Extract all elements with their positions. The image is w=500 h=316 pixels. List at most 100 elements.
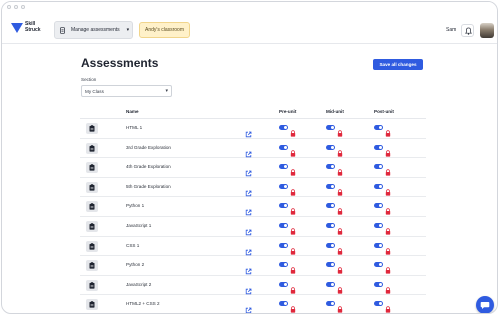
lock-icon[interactable]	[337, 183, 343, 196]
post-unit-toggle[interactable]	[374, 144, 383, 150]
lock-icon[interactable]	[337, 242, 343, 255]
mid-unit-toggle[interactable]	[326, 222, 335, 228]
post-unit-toggle[interactable]	[374, 222, 383, 228]
lock-icon[interactable]	[290, 300, 296, 313]
section-select-value: My Class	[85, 88, 104, 94]
clipboard-icon[interactable]	[86, 260, 98, 272]
clipboard-icon[interactable]	[86, 162, 98, 174]
lock-icon[interactable]	[337, 163, 343, 176]
external-link-icon[interactable]	[245, 301, 252, 313]
window-dot-minimize[interactable]	[14, 5, 18, 9]
save-all-changes-button[interactable]: Save all changes	[373, 59, 423, 70]
lock-icon[interactable]	[337, 124, 343, 137]
clipboard-icon[interactable]	[86, 181, 98, 193]
lock-icon[interactable]	[290, 183, 296, 196]
lock-icon[interactable]	[385, 124, 391, 137]
pre-unit-toggle[interactable]	[279, 262, 288, 268]
assessment-name: HTML 1	[126, 125, 143, 130]
window-chrome	[2, 2, 497, 12]
external-link-icon[interactable]	[245, 145, 252, 157]
external-link-icon[interactable]	[245, 203, 252, 216]
mid-unit-toggle[interactable]	[326, 262, 335, 268]
window-dot-close[interactable]	[7, 5, 11, 9]
lock-icon[interactable]	[290, 242, 296, 255]
external-link-icon[interactable]	[245, 223, 252, 236]
post-unit-toggle[interactable]	[374, 203, 383, 209]
chat-help-button[interactable]	[476, 296, 494, 313]
lock-icon[interactable]	[290, 222, 296, 235]
pre-unit-toggle[interactable]	[279, 203, 288, 209]
clipboard-icon[interactable]	[86, 220, 98, 232]
clipboard-icon[interactable]	[86, 299, 98, 311]
clipboard-icon[interactable]	[86, 240, 98, 252]
window-dot-maximize[interactable]	[21, 5, 25, 9]
post-unit-toggle[interactable]	[374, 125, 383, 130]
mid-unit-toggle[interactable]	[326, 242, 335, 248]
clipboard-icon[interactable]	[86, 142, 98, 154]
mid-unit-toggle[interactable]	[326, 183, 335, 189]
lock-icon[interactable]	[337, 300, 343, 313]
lock-icon[interactable]	[290, 202, 296, 215]
top-navigation-bar: Skill Struck Manage assessments ▾ Andy's …	[2, 12, 497, 44]
pre-unit-cell	[279, 124, 299, 137]
mid-unit-toggle[interactable]	[326, 301, 335, 307]
pre-unit-toggle[interactable]	[279, 125, 288, 130]
classroom-badge[interactable]: Andy's classroom	[139, 22, 190, 38]
pre-unit-toggle[interactable]	[279, 183, 288, 189]
lock-icon[interactable]	[385, 300, 391, 313]
lock-icon[interactable]	[385, 242, 391, 255]
table-row: HTML2 + CSS 2	[80, 295, 426, 313]
clipboard-icon[interactable]	[86, 123, 98, 134]
mid-unit-toggle[interactable]	[326, 281, 335, 287]
external-link-icon[interactable]	[245, 243, 252, 255]
external-link-icon[interactable]	[245, 262, 252, 275]
lock-icon[interactable]	[385, 183, 391, 196]
external-link-icon[interactable]	[245, 164, 252, 177]
section-select[interactable]: My Class ▾	[81, 85, 172, 97]
lock-icon[interactable]	[290, 281, 296, 294]
pre-unit-toggle[interactable]	[279, 144, 288, 150]
pre-unit-toggle[interactable]	[279, 222, 288, 228]
column-header-name: Name	[126, 109, 139, 114]
post-unit-toggle[interactable]	[374, 301, 383, 307]
lock-icon[interactable]	[290, 144, 296, 157]
post-unit-toggle[interactable]	[374, 281, 383, 287]
lock-icon[interactable]	[337, 281, 343, 294]
assessment-name: 5th Grade Exploration	[126, 183, 171, 189]
mid-unit-toggle[interactable]	[326, 164, 335, 170]
skillstruck-logo[interactable]: Skill Struck	[11, 17, 47, 39]
mid-unit-toggle[interactable]	[326, 144, 335, 150]
user-avatar[interactable]	[480, 23, 494, 38]
pre-unit-toggle[interactable]	[279, 301, 288, 307]
clipboard-icon[interactable]	[86, 279, 98, 291]
post-unit-toggle[interactable]	[374, 262, 383, 268]
pre-unit-toggle[interactable]	[279, 242, 288, 248]
post-unit-toggle[interactable]	[374, 183, 383, 189]
lock-icon[interactable]	[290, 261, 296, 274]
external-link-icon[interactable]	[245, 282, 252, 294]
lock-icon[interactable]	[385, 163, 391, 176]
lock-icon[interactable]	[337, 202, 343, 215]
lock-icon[interactable]	[385, 144, 391, 157]
external-link-icon[interactable]	[245, 125, 252, 138]
external-link-icon[interactable]	[245, 184, 252, 196]
mid-unit-toggle[interactable]	[326, 203, 335, 209]
lock-icon[interactable]	[385, 202, 391, 215]
lock-icon[interactable]	[290, 163, 296, 176]
pre-unit-toggle[interactable]	[279, 164, 288, 170]
lock-icon[interactable]	[337, 222, 343, 235]
post-unit-toggle[interactable]	[374, 242, 383, 248]
pre-unit-toggle[interactable]	[279, 281, 288, 287]
lock-icon[interactable]	[337, 144, 343, 157]
mid-unit-toggle[interactable]	[326, 125, 335, 130]
lock-icon[interactable]	[290, 124, 296, 137]
post-unit-toggle[interactable]	[374, 164, 383, 170]
notifications-button[interactable]	[461, 24, 474, 37]
lock-icon[interactable]	[385, 222, 391, 235]
user-name[interactable]: Sam	[446, 25, 456, 35]
manage-assessments-dropdown[interactable]: Manage assessments ▾	[54, 21, 133, 39]
clipboard-icon[interactable]	[86, 201, 98, 213]
lock-icon[interactable]	[385, 281, 391, 294]
lock-icon[interactable]	[337, 261, 343, 274]
lock-icon[interactable]	[385, 261, 391, 274]
